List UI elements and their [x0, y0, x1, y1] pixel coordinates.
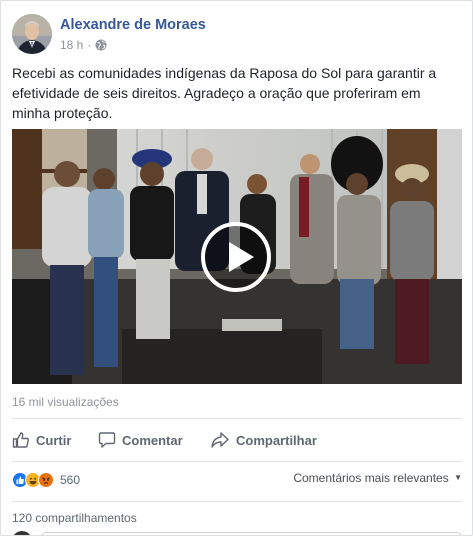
commenter-avatar: [12, 531, 32, 535]
comment-sort-dropdown[interactable]: Comentários mais relevantes ▼: [293, 471, 462, 485]
comment-button[interactable]: Comentar: [98, 425, 210, 455]
post-header: Alexandre de Moraes 18 h ·: [12, 13, 206, 55]
share-label: Compartilhar: [236, 432, 317, 448]
share-icon: [211, 432, 229, 448]
author-block: Alexandre de Moraes 18 h ·: [60, 16, 206, 53]
post-meta: 18 h ·: [60, 37, 206, 53]
share-button[interactable]: Compartilhar: [210, 425, 317, 455]
comment-icon: [98, 432, 116, 448]
comment-input[interactable]: [41, 532, 462, 535]
comment-label: Comentar: [122, 432, 183, 448]
post-card: Alexandre de Moraes 18 h · Recebi as com…: [0, 0, 473, 536]
view-count: 16 mil visualizações: [12, 395, 119, 409]
like-label: Curtir: [36, 432, 72, 448]
play-button[interactable]: [201, 222, 271, 292]
angry-icon[interactable]: [38, 472, 54, 488]
author-avatar[interactable]: [12, 14, 52, 54]
share-count[interactable]: 120 compartilhamentos: [12, 511, 137, 525]
meta-separator: ·: [87, 37, 92, 52]
globe-icon[interactable]: [95, 39, 107, 51]
comment-sort-label: Comentários mais relevantes: [293, 471, 449, 485]
post-actions: Curtir Comentar Compartilhar: [12, 425, 462, 455]
like-button[interactable]: Curtir: [12, 425, 98, 455]
divider: [12, 461, 462, 462]
author-name[interactable]: Alexandre de Moraes: [60, 16, 206, 34]
divider: [12, 418, 462, 419]
post-timestamp[interactable]: 18 h: [60, 37, 83, 53]
play-icon: [229, 242, 254, 272]
reactions-summary: 560 Comentários mais relevantes ▼: [12, 469, 462, 491]
thumbs-up-icon: [12, 432, 29, 448]
video-player[interactable]: [12, 129, 462, 384]
reaction-count[interactable]: 560: [60, 473, 80, 487]
caret-down-icon: ▼: [454, 473, 462, 482]
post-text: Recebi as comunidades indígenas da Rapos…: [12, 65, 437, 121]
avatar-image: [12, 14, 52, 54]
divider: [12, 501, 462, 502]
